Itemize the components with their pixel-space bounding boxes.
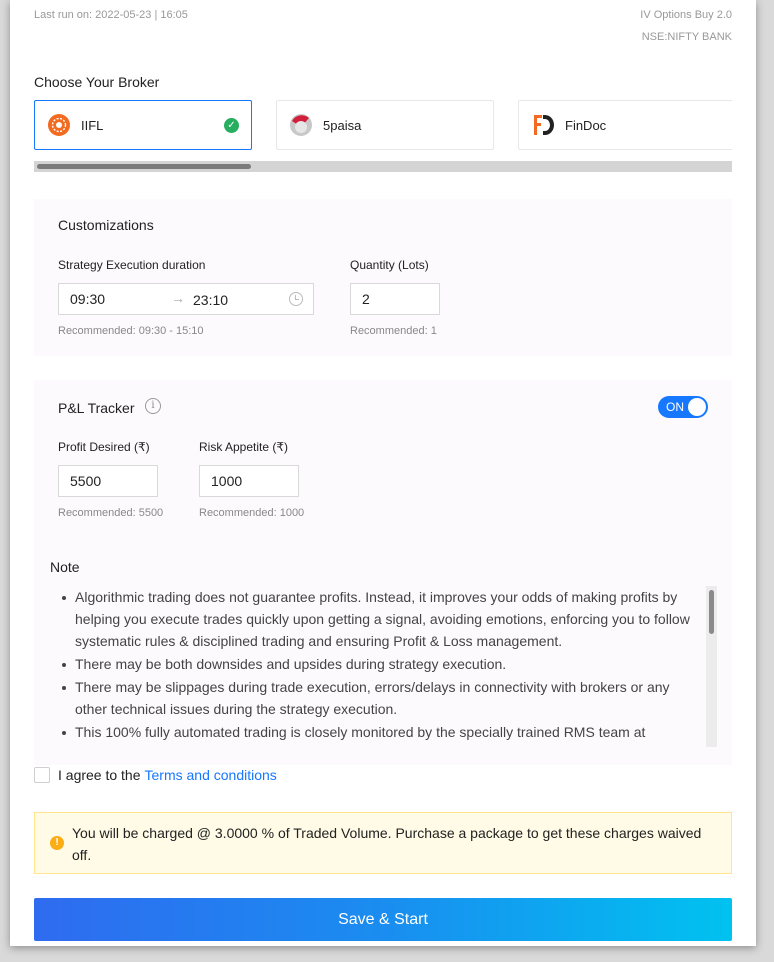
pnl-toggle-switch[interactable]: ON bbox=[658, 396, 708, 418]
pnl-title: P&L Tracker bbox=[58, 400, 135, 416]
note-scroll-area[interactable]: Algorithmic trading does not guarantee p… bbox=[50, 586, 717, 747]
iifl-logo-icon bbox=[47, 113, 71, 137]
strategy-name: IV Options Buy 2.0 bbox=[640, 9, 732, 21]
broker-section-title: Choose Your Broker bbox=[34, 74, 160, 90]
risk-appetite-input[interactable]: 1000 bbox=[199, 465, 299, 497]
risk-label: Risk Appetite (₹) bbox=[199, 440, 288, 454]
scrollbar-thumb[interactable] bbox=[709, 590, 714, 634]
note-item: Algorithmic trading does not guarantee p… bbox=[62, 586, 693, 652]
toggle-knob bbox=[688, 398, 706, 416]
profit-desired-input[interactable]: 5500 bbox=[58, 465, 158, 497]
note-title: Note bbox=[50, 559, 80, 575]
profit-value: 5500 bbox=[70, 473, 102, 489]
broker-label: IIFL bbox=[81, 117, 104, 133]
start-time-input[interactable]: 09:30 bbox=[70, 291, 105, 307]
profit-label: Profit Desired (₹) bbox=[58, 440, 150, 454]
note-item: There may be both downsides and upsides … bbox=[62, 653, 693, 675]
profit-hint: Recommended: 5500 bbox=[58, 507, 164, 519]
terms-checkbox[interactable] bbox=[34, 767, 50, 783]
last-run-text: Last run on: 2022-05-23 | 16:05 bbox=[34, 9, 188, 21]
terms-link[interactable]: Terms and conditions bbox=[145, 767, 277, 783]
broker-card-findoc[interactable]: FinDoc bbox=[518, 100, 732, 150]
broker-card-iifl[interactable]: IIFL ✓ bbox=[34, 100, 252, 150]
duration-label: Strategy Execution duration bbox=[58, 258, 206, 272]
charges-alert-text: You will be charged @ 3.0000 % of Traded… bbox=[72, 825, 702, 863]
risk-value: 1000 bbox=[211, 473, 243, 489]
broker-label: 5paisa bbox=[323, 117, 362, 133]
quantity-input[interactable]: 2 bbox=[350, 283, 440, 315]
customizations-panel: Customizations Strategy Execution durati… bbox=[34, 199, 732, 356]
agree-text: I agree to the bbox=[58, 767, 141, 783]
range-arrow-icon: → bbox=[171, 290, 185, 306]
quantity-value: 2 bbox=[362, 291, 370, 307]
broker-label: FinDoc bbox=[565, 117, 607, 133]
save-start-button[interactable]: Save & Start bbox=[34, 898, 732, 941]
note-list: Algorithmic trading does not guarantee p… bbox=[50, 586, 717, 743]
broker-scrollbar[interactable] bbox=[34, 161, 732, 172]
broker-list: IIFL ✓ 5paisa FinDoc bbox=[34, 100, 732, 152]
broker-card-5paisa[interactable]: 5paisa bbox=[276, 100, 494, 150]
customizations-title: Customizations bbox=[58, 217, 154, 233]
findoc-logo-icon bbox=[531, 113, 555, 137]
duration-hint: Recommended: 09:30 - 15:10 bbox=[58, 325, 204, 337]
strategy-deploy-modal: Last run on: 2022-05-23 | 16:05 IV Optio… bbox=[10, 0, 756, 946]
run-info-bar: Last run on: 2022-05-23 | 16:05 IV Optio… bbox=[34, 9, 732, 45]
pnl-tracker-panel: P&L Tracker i ON Profit Desired (₹) 5500… bbox=[34, 380, 732, 765]
selected-check-icon: ✓ bbox=[224, 118, 239, 133]
info-icon[interactable]: i bbox=[145, 398, 161, 414]
note-item: There may be slippages during trade exec… bbox=[62, 676, 693, 720]
instrument-name: NSE:NIFTY BANK bbox=[641, 31, 732, 43]
end-time-input[interactable]: 23:10 bbox=[193, 292, 228, 308]
note-item: This 100% fully automated trading is clo… bbox=[62, 721, 693, 743]
charges-alert: ! You will be charged @ 3.0000 % of Trad… bbox=[34, 812, 732, 874]
exclamation-icon: ! bbox=[50, 836, 64, 850]
clock-icon bbox=[289, 292, 303, 306]
execution-time-range-picker[interactable]: 09:30 → 23:10 bbox=[58, 283, 314, 315]
quantity-label: Quantity (Lots) bbox=[350, 258, 429, 272]
toggle-label: ON bbox=[666, 400, 684, 414]
5paisa-logo-icon bbox=[289, 113, 313, 137]
scrollbar-thumb[interactable] bbox=[37, 164, 251, 169]
note-scrollbar[interactable] bbox=[706, 586, 717, 747]
quantity-hint: Recommended: 1 bbox=[350, 325, 437, 337]
terms-agreement: I agree to the Terms and conditions bbox=[34, 765, 277, 785]
risk-hint: Recommended: 1000 bbox=[199, 507, 305, 519]
